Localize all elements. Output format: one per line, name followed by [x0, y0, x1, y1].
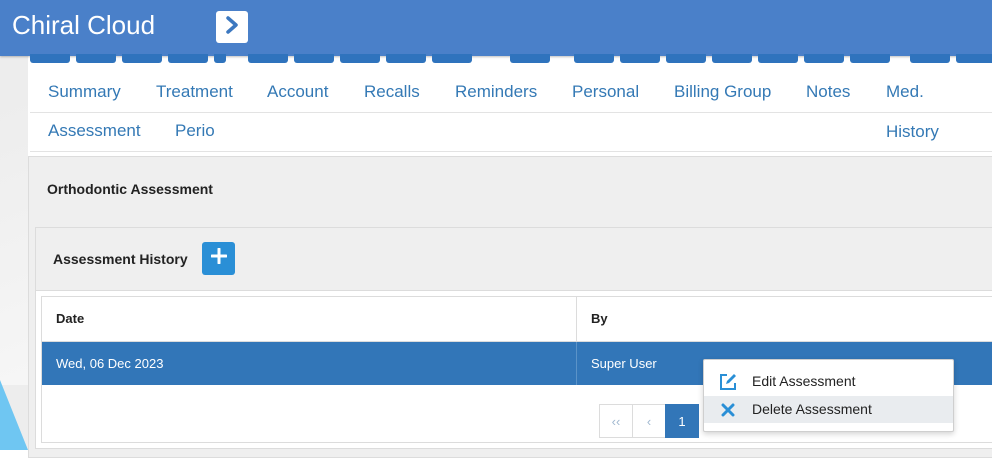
tab-med-history[interactable]: Med. History: [868, 72, 992, 141]
delete-assessment-label: Delete Assessment: [752, 401, 872, 417]
cell-date: Wed, 06 Dec 2023: [42, 342, 577, 385]
add-assessment-button[interactable]: [202, 242, 235, 275]
plus-icon: [210, 247, 227, 269]
edit-assessment-menu-item[interactable]: Edit Assessment: [704, 368, 953, 395]
first-page-button[interactable]: ‹‹: [599, 404, 633, 438]
app-title: Chiral Cloud: [12, 10, 156, 40]
tabs-row-primary: Summary Treatment Account Recalls Remind…: [30, 72, 992, 141]
sidebar-toggle-button[interactable]: [216, 11, 248, 43]
assessment-history-header: Assessment History: [36, 228, 992, 291]
tab-billing-group[interactable]: Billing Group: [656, 72, 789, 112]
tab-reminders[interactable]: Reminders: [437, 72, 555, 112]
pagination: ‹‹ ‹ 1: [599, 404, 699, 438]
tab-recalls[interactable]: Recalls: [346, 72, 438, 112]
toolbar-strip: [0, 54, 992, 66]
row-context-menu: Edit Assessment Delete Assessment: [703, 359, 954, 432]
left-decoration: [0, 0, 28, 450]
column-header-by[interactable]: By: [577, 297, 992, 341]
column-header-date[interactable]: Date: [42, 297, 577, 341]
app-header: Chiral Cloud: [0, 0, 992, 56]
chevron-right-icon: [225, 15, 239, 39]
table-header: Date By: [42, 297, 992, 342]
tab-account[interactable]: Account: [249, 72, 346, 112]
page-1-button[interactable]: 1: [665, 404, 699, 438]
assessment-history-title: Assessment History: [53, 251, 188, 267]
cell-by: Super User: [591, 356, 657, 371]
delete-assessment-menu-item[interactable]: Delete Assessment: [704, 396, 953, 423]
tab-assessment[interactable]: Assessment: [30, 111, 159, 151]
tab-perio[interactable]: Perio: [157, 111, 233, 151]
tabs-row-secondary: Assessment Perio: [30, 111, 992, 152]
close-icon: [718, 400, 738, 420]
panel-title: Orthodontic Assessment: [47, 181, 213, 197]
tab-summary[interactable]: Summary: [30, 72, 139, 112]
edit-icon: [718, 372, 738, 392]
tab-notes[interactable]: Notes: [788, 72, 868, 112]
prev-page-button[interactable]: ‹: [632, 404, 666, 438]
tab-personal[interactable]: Personal: [554, 72, 657, 112]
tab-treatment[interactable]: Treatment: [138, 72, 251, 112]
edit-assessment-label: Edit Assessment: [752, 373, 856, 389]
